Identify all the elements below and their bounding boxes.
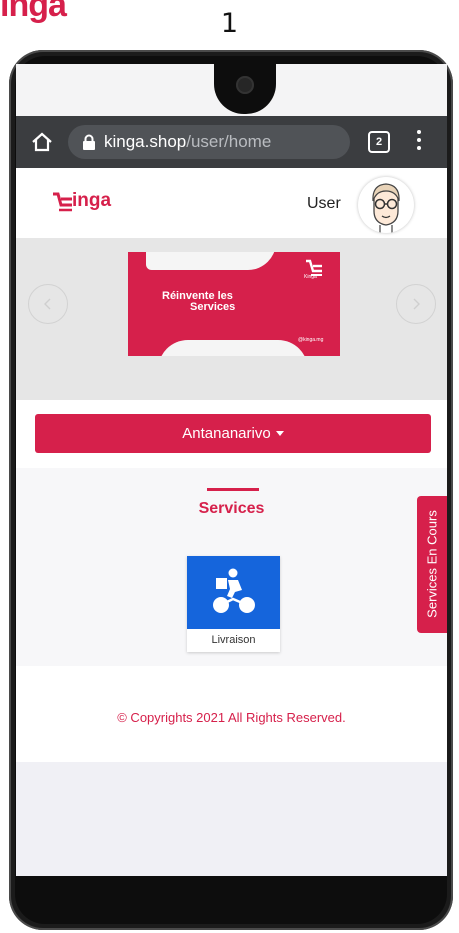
side-tab-label: Services En Cours (424, 510, 440, 618)
status-bar (16, 64, 447, 116)
carousel-next-button[interactable] (396, 284, 436, 324)
banner-wave-bottom (158, 340, 308, 356)
more-menu-icon[interactable] (416, 130, 422, 154)
page-number: 1 (220, 8, 239, 39)
service-image (187, 556, 280, 629)
camera-notch (214, 64, 276, 114)
cart-logo-icon (53, 192, 72, 212)
banner-logo-text: Kinga (304, 274, 317, 280)
empty-bottom-area (16, 762, 447, 876)
banner-social-handle: @kinga.mg (298, 337, 324, 343)
url-text: kinga.shop/user/home (104, 132, 271, 152)
site-footer: © Copyrights 2021 All Rights Reserved. (16, 666, 447, 762)
user-label[interactable]: User (307, 195, 341, 213)
banner-wave-top (146, 252, 276, 270)
city-dropdown-button[interactable]: Antananarivo (35, 414, 431, 453)
caret-down-icon (275, 431, 284, 436)
phone-screen: kinga.shop/user/home 2 inga User Kinga R… (16, 64, 447, 876)
service-label: Livraison (211, 634, 256, 646)
browser-toolbar: kinga.shop/user/home 2 (16, 116, 447, 168)
chevron-right-icon (413, 298, 420, 310)
logo-text: inga (72, 190, 112, 211)
copyright-text: © Copyrights 2021 All Rights Reserved. (117, 710, 346, 725)
service-card-livraison[interactable]: Livraison (187, 556, 280, 652)
services-title: Services (198, 500, 265, 517)
url-path: /user/home (186, 132, 272, 151)
services-title-underline (207, 488, 259, 491)
promo-carousel: Kinga Réinvente les Services @kinga.mg (16, 238, 447, 400)
lock-icon (83, 134, 95, 150)
user-avatar[interactable] (358, 177, 414, 233)
tab-switcher-button[interactable]: 2 (368, 131, 390, 153)
site-header: inga User (16, 168, 447, 238)
banner-headline-line2: Services (190, 301, 236, 313)
city-dropdown-label: Antananarivo (182, 425, 271, 442)
promo-banner[interactable]: Kinga Réinvente les Services @kinga.mg (128, 252, 340, 356)
carousel-prev-button[interactable] (28, 284, 68, 324)
delivery-bike-icon (213, 568, 255, 613)
url-host: kinga.shop (104, 132, 187, 151)
address-bar[interactable]: kinga.shop/user/home (68, 125, 350, 159)
front-camera-icon (236, 76, 254, 94)
avatar-face-icon (372, 183, 400, 233)
home-icon[interactable] (30, 130, 54, 154)
chevron-left-icon (44, 298, 51, 310)
services-en-cours-tab[interactable]: Services En Cours (417, 496, 447, 633)
